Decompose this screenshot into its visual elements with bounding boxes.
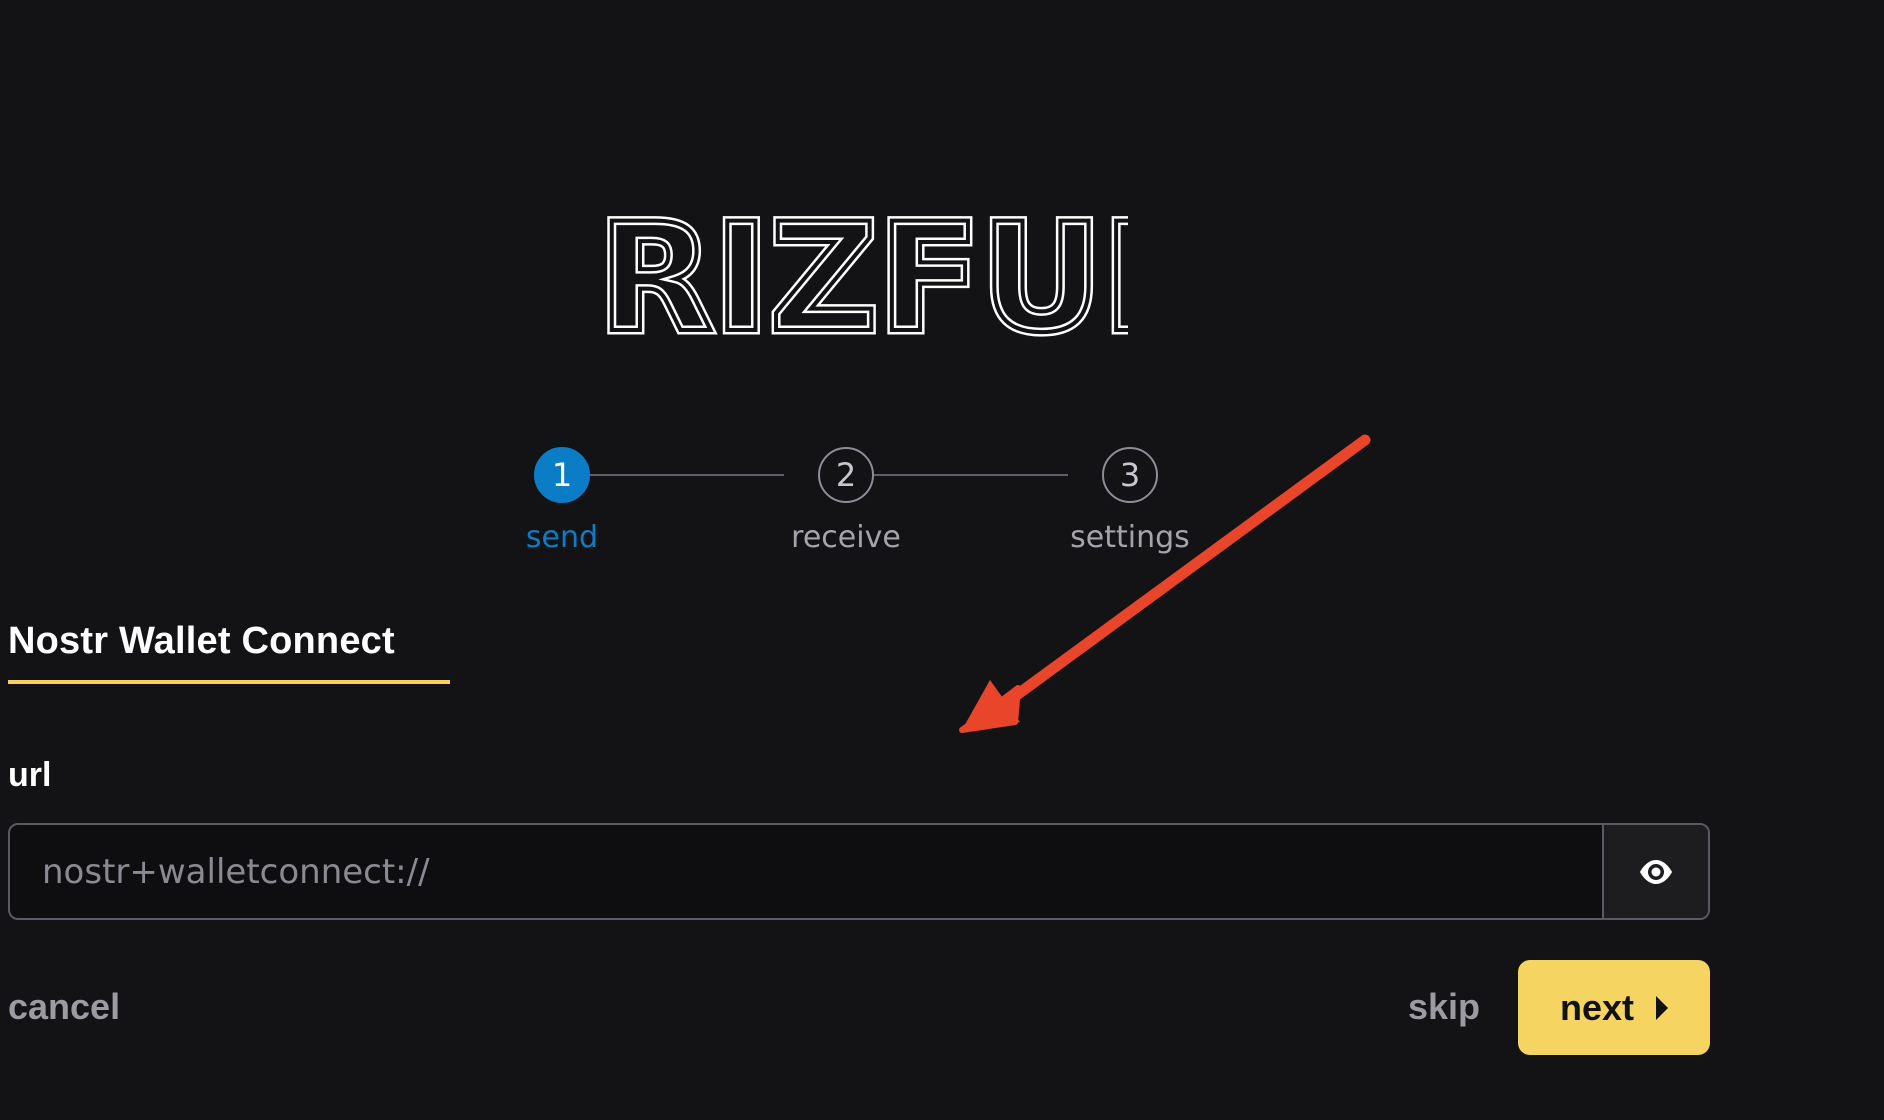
url-input[interactable] bbox=[10, 825, 1602, 918]
url-input-group bbox=[8, 823, 1710, 920]
step-receive-circle[interactable]: 2 bbox=[818, 447, 874, 503]
svg-text:RIZFUL: RIZFUL bbox=[598, 208, 1128, 338]
toggle-visibility-button[interactable] bbox=[1602, 825, 1708, 918]
onboarding-page: RIZFUL RIZFUL 1 2 3 send receive setting… bbox=[0, 0, 1884, 1120]
url-label: url bbox=[8, 756, 52, 794]
step-connector bbox=[846, 474, 1068, 476]
eye-icon bbox=[1640, 859, 1672, 884]
section-title: Nostr Wallet Connect bbox=[8, 620, 395, 662]
step-settings-circle[interactable]: 3 bbox=[1102, 447, 1158, 503]
step-send-circle[interactable]: 1 bbox=[534, 447, 590, 503]
cancel-button[interactable]: cancel bbox=[8, 986, 120, 1028]
step-settings-label: settings bbox=[1070, 520, 1190, 555]
caret-right-icon bbox=[1656, 995, 1669, 1020]
next-button-label: next bbox=[1559, 986, 1635, 1028]
step-send-label: send bbox=[525, 520, 599, 555]
step-connector bbox=[562, 474, 784, 476]
progress-stepper: 1 2 3 send receive settings bbox=[500, 440, 1230, 570]
step-receive-label: receive bbox=[791, 520, 901, 555]
rizful-logo: RIZFUL RIZFUL bbox=[598, 208, 1128, 338]
next-button[interactable]: next bbox=[1518, 960, 1710, 1055]
skip-button[interactable]: skip bbox=[1408, 986, 1480, 1028]
section-underline bbox=[8, 680, 450, 684]
